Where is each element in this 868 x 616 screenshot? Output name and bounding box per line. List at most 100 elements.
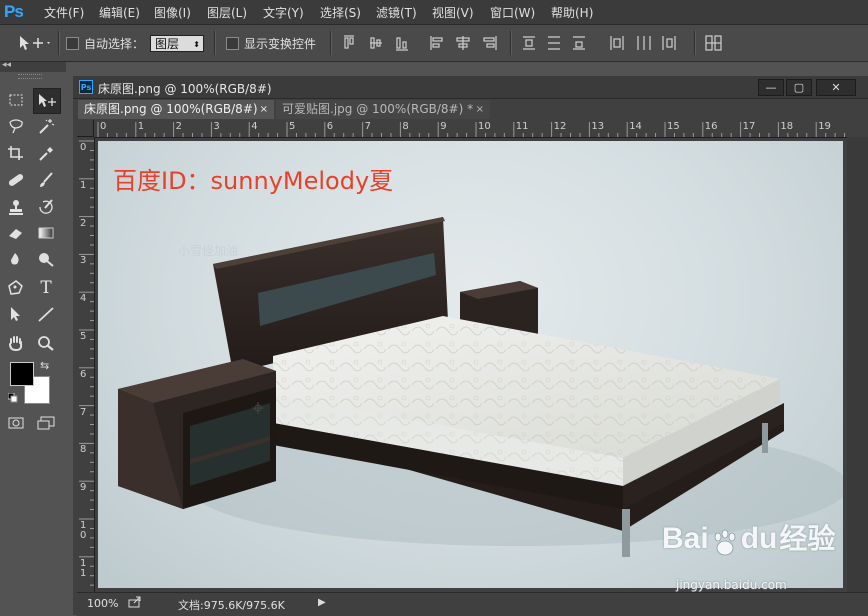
ruler-label: 9 (80, 482, 87, 494)
align-vertical-icons[interactable] (340, 34, 440, 52)
ps-doc-icon: Ps (79, 80, 93, 94)
marquee-icon[interactable] (3, 88, 29, 112)
menu-filter[interactable]: 滤镜(T) (376, 4, 417, 21)
swap-colors-icon[interactable]: ⇆ (40, 359, 49, 372)
ruler-label: 0 (100, 121, 107, 132)
move-icon[interactable] (33, 88, 61, 114)
ruler-label: 1 (80, 179, 87, 191)
ruler-label: 1 0 (80, 520, 87, 541)
move-tool-icon[interactable] (18, 34, 52, 55)
menu-layer[interactable]: 图层(L) (207, 4, 247, 21)
close-icon[interactable]: × (260, 100, 268, 119)
ruler-label: 5 (80, 331, 87, 342)
align-horizontal-icons[interactable] (428, 34, 508, 52)
menu-edit[interactable]: 编辑(E) (99, 4, 140, 21)
collapse-icon[interactable]: ◂◂ (2, 60, 11, 70)
ruler-label: 4 (80, 293, 87, 305)
path-selection-icon[interactable] (3, 302, 29, 326)
menu-file[interactable]: 文件(F) (44, 4, 84, 21)
gradient-icon[interactable] (33, 221, 59, 245)
photoshop-logo: Ps (4, 2, 24, 21)
ruler-label: 0 (80, 142, 87, 153)
document-size: 文档:975.6K/975.6K (178, 599, 285, 612)
ruler-label: 9 (440, 121, 447, 132)
ruler-label: 15 (667, 121, 680, 132)
faint-watermark-text: 小雪怪加油 (178, 244, 239, 258)
menu-type[interactable]: 文字(Y) (263, 4, 304, 21)
layer-select-dropdown[interactable]: 图层 ⬍ (150, 35, 204, 52)
zoom-level[interactable]: 100% (87, 597, 118, 610)
tab-bed-original[interactable]: 床原图.png @ 100%(RGB/8#) × (78, 100, 274, 119)
pen-icon[interactable] (3, 276, 29, 300)
hand-icon[interactable] (3, 331, 29, 355)
menu-window[interactable]: 窗口(W) (490, 4, 535, 21)
magic-wand-icon[interactable] (33, 114, 59, 138)
divider (214, 31, 216, 55)
ruler-label: 7 (80, 406, 87, 418)
close-icon[interactable]: × (476, 100, 484, 119)
ruler-label: 4 (251, 121, 258, 132)
ruler-label: 14 (629, 121, 642, 132)
maximize-button[interactable]: ▢ (786, 79, 812, 96)
auto-select-checkbox[interactable] (66, 37, 79, 50)
menu-image[interactable]: 图像(I) (154, 4, 191, 21)
brush-icon[interactable] (33, 168, 59, 192)
default-colors-icon[interactable] (7, 392, 18, 403)
overlay-text-baidu-id: 百度ID：sunnyMelody夏 (113, 167, 394, 195)
menu-help[interactable]: 帮助(H) (551, 4, 593, 21)
dodge-icon[interactable] (33, 247, 59, 271)
line-icon[interactable] (33, 302, 59, 326)
lasso-icon[interactable] (3, 114, 29, 138)
menu-select[interactable]: 选择(S) (320, 4, 361, 21)
ruler-label: 3 (80, 255, 87, 267)
ruler-label: 3 (213, 121, 220, 132)
close-button[interactable]: ✕ (816, 79, 856, 96)
ruler-label: 8 (402, 121, 409, 132)
quick-mask-icon[interactable] (3, 411, 29, 435)
ruler-label: 19 (818, 121, 831, 132)
minimize-button[interactable]: — (758, 79, 784, 96)
ruler-label: 8 (80, 444, 87, 456)
ruler-ticks-horizontal (97, 122, 846, 137)
divider (58, 31, 60, 55)
zoom-icon[interactable] (33, 331, 59, 355)
auto-select-label: 自动选择： (84, 37, 145, 51)
menu-view[interactable]: 视图(V) (432, 4, 474, 21)
toolbox-header[interactable]: ◂◂ (0, 60, 66, 72)
eyedropper-icon[interactable] (33, 141, 59, 165)
paw-icon (710, 528, 740, 561)
show-transform-checkbox[interactable] (226, 37, 239, 50)
ruler-label: 5 (289, 121, 296, 132)
status-menu-arrow-icon[interactable]: ▶ (318, 597, 326, 608)
vertical-scrollbar[interactable] (847, 137, 868, 592)
ruler-label: 10 (478, 121, 491, 132)
ruler-label: 2 (80, 217, 87, 229)
screen-mode-icon[interactable] (33, 411, 59, 435)
divider (694, 31, 696, 55)
crop-icon[interactable] (3, 141, 29, 165)
divider (510, 31, 512, 55)
bandage-icon[interactable] (3, 168, 29, 192)
document-title: 床原图.png @ 100%(RGB/8#) (98, 82, 272, 96)
type-icon[interactable]: T (33, 276, 59, 300)
stamp-icon[interactable] (3, 195, 29, 219)
export-icon[interactable] (128, 595, 142, 609)
tab-cute-texture[interactable]: 可爱贴图.jpg @ 100%(RGB/8#) * × (276, 100, 490, 119)
auto-align-icon[interactable] (704, 34, 724, 52)
ruler-label: 11 (515, 121, 529, 132)
history-brush-icon[interactable] (33, 195, 59, 219)
blur-icon[interactable] (3, 247, 29, 271)
toolbox-grip[interactable] (18, 74, 42, 79)
foreground-color-swatch[interactable] (10, 362, 34, 386)
ruler-label: 17 (742, 121, 756, 132)
baidu-logo-cn: 经验 (779, 522, 836, 555)
ruler-label: 18 (780, 121, 794, 132)
eraser-icon[interactable] (3, 221, 29, 245)
ruler-corner[interactable] (77, 120, 94, 137)
distribute-vertical-icons[interactable] (520, 34, 600, 52)
ruler-label: 6 (80, 368, 87, 380)
ruler-label: 1 (137, 121, 145, 132)
show-transform-label: 显示变换控件 (244, 37, 317, 51)
ruler-label: 7 (364, 121, 371, 132)
distribute-horizontal-icons[interactable] (608, 34, 688, 52)
